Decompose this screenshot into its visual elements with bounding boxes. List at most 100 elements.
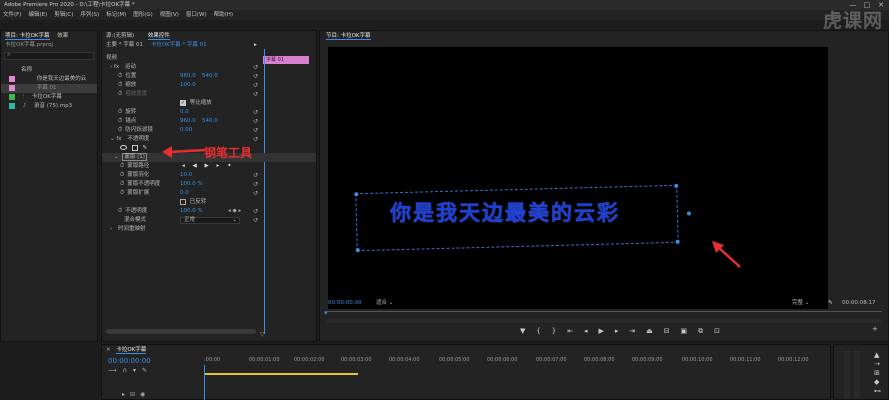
track-select-tool-icon[interactable]: ⇢ bbox=[874, 360, 881, 369]
add-marker-icon[interactable]: ▼ bbox=[520, 327, 525, 337]
mask-vertex[interactable] bbox=[674, 183, 679, 188]
mask-expansion-value[interactable]: 0.0 bbox=[180, 189, 189, 198]
sync-lock-icon[interactable]: ⊟ bbox=[130, 391, 140, 398]
go-to-out-icon[interactable]: ⇥ bbox=[629, 327, 635, 337]
menu-marker[interactable]: 标记(M) bbox=[106, 12, 126, 18]
program-video-frame[interactable]: 你是我天边最美的云彩 bbox=[328, 47, 828, 309]
menu-graphics[interactable]: 图形(G) bbox=[133, 12, 153, 18]
reset-icon[interactable]: ↺ bbox=[253, 108, 258, 117]
menu-help[interactable]: 帮助(H) bbox=[214, 12, 233, 18]
linked-icon[interactable]: ∩ bbox=[123, 367, 133, 374]
menu-sequence[interactable]: 序列(S) bbox=[80, 12, 99, 18]
fit-select[interactable]: 适合 ⌄ bbox=[376, 299, 408, 308]
stopwatch-icon[interactable]: ⏱ bbox=[118, 73, 122, 79]
stopwatch-icon[interactable]: ⏱ bbox=[120, 172, 124, 178]
marker-icon[interactable]: ▾ bbox=[133, 367, 142, 374]
reset-icon[interactable]: ↺ bbox=[253, 72, 258, 81]
program-timecode[interactable]: 00:00:00:00 bbox=[328, 299, 362, 308]
program-playhead[interactable]: ▾ bbox=[324, 309, 328, 317]
mask-vertex[interactable] bbox=[355, 248, 360, 253]
snap-icon[interactable]: ⟶ bbox=[108, 367, 123, 374]
selection-tool-icon[interactable]: ▲ bbox=[874, 351, 881, 360]
tab-source[interactable]: 源:(无剪辑) bbox=[106, 33, 134, 39]
tab-effects[interactable]: 效果 bbox=[57, 33, 68, 39]
anchor-y-value[interactable]: 540.0 bbox=[202, 117, 218, 126]
stopwatch-icon[interactable]: ⏱ bbox=[118, 118, 122, 124]
reset-icon[interactable]: ↺ bbox=[253, 207, 258, 216]
project-item-selected[interactable]: 字幕 01 bbox=[1, 84, 97, 93]
anchor-x-value[interactable]: 960.0 bbox=[180, 117, 196, 126]
reset-icon[interactable]: ↺ bbox=[253, 135, 258, 144]
close-tab-icon[interactable]: ✕ bbox=[106, 347, 111, 353]
reset-icon[interactable]: ↺ bbox=[253, 63, 258, 72]
tab-program[interactable]: 节目: 卡拉OK字幕 bbox=[326, 33, 371, 40]
play-icon[interactable]: ▶ bbox=[598, 327, 603, 337]
rotation-value[interactable]: 0.0 bbox=[180, 108, 189, 117]
work-area-bar[interactable] bbox=[204, 373, 358, 375]
tab-effect-controls[interactable]: 效果控件 bbox=[147, 33, 170, 40]
menu-view[interactable]: 视图(V) bbox=[160, 12, 179, 18]
pen-tool-icon[interactable]: ✎ bbox=[143, 145, 148, 151]
razor-tool-icon[interactable]: ◆ bbox=[874, 378, 881, 387]
mask-track-controls[interactable]: ◂ ◀ ▶ ▸ ✦ bbox=[182, 162, 235, 171]
stopwatch-icon[interactable]: ⏱ bbox=[118, 82, 122, 88]
reset-icon[interactable]: ↺ bbox=[253, 216, 258, 225]
lift-icon[interactable]: ⏏ bbox=[646, 327, 653, 337]
track-toggle-icon[interactable]: ▸ bbox=[122, 391, 130, 398]
menu-clip[interactable]: 剪辑(C) bbox=[54, 12, 73, 18]
menu-edit[interactable]: 编辑(E) bbox=[28, 12, 47, 18]
column-name-header[interactable]: 名称 bbox=[1, 66, 97, 75]
motion-row[interactable]: › fx 运动 ↺ bbox=[102, 63, 316, 72]
inverted-checkbox[interactable] bbox=[180, 198, 186, 205]
opacity-value[interactable]: 100.0 % bbox=[180, 207, 203, 216]
step-back-icon[interactable]: ◂ bbox=[584, 327, 588, 337]
reset-icon[interactable]: ↺ bbox=[253, 171, 258, 180]
quality-select[interactable]: 完整 ⌄ bbox=[792, 299, 809, 308]
timeline-ruler[interactable]: :00:00 00:00:01:00 00:00:02:00 00:00:03:… bbox=[204, 357, 824, 367]
project-item[interactable]: ⫶ 卡拉OK字幕 bbox=[1, 93, 97, 102]
reset-icon[interactable]: ↺ bbox=[253, 180, 258, 189]
output-icon[interactable]: ◉ bbox=[140, 391, 150, 398]
project-item[interactable]: 你是我天边最美的云 bbox=[1, 75, 97, 84]
reset-icon[interactable]: ↺ bbox=[253, 81, 258, 90]
play-only-icon[interactable]: ▸ bbox=[254, 41, 257, 50]
menu-file[interactable]: 文件(F) bbox=[3, 12, 21, 18]
mark-in-icon[interactable]: { bbox=[536, 327, 540, 337]
uniform-scale-checkbox[interactable]: ✓ bbox=[180, 99, 186, 106]
comparison-view-icon[interactable]: ⧉ bbox=[698, 327, 703, 337]
tab-timeline[interactable]: 卡拉OK字幕 bbox=[116, 347, 147, 354]
mask-feather-value[interactable]: 10.0 bbox=[180, 171, 192, 180]
program-scrubber[interactable] bbox=[326, 311, 882, 312]
wrench-icon[interactable]: ✎ bbox=[828, 299, 833, 308]
keyframe-nav-icon[interactable]: ◂ ◆ ▸ bbox=[228, 207, 241, 216]
settings-icon[interactable]: ✎ bbox=[142, 367, 153, 374]
rectangle-mask-icon[interactable] bbox=[131, 144, 138, 151]
mask-opacity-value[interactable]: 100.0 % bbox=[180, 180, 203, 189]
timeline-playhead[interactable] bbox=[204, 365, 205, 400]
mask-vertex[interactable] bbox=[354, 192, 359, 197]
timeline-timecode[interactable]: 00:00:00:00 bbox=[108, 357, 151, 365]
mark-out-icon[interactable]: } bbox=[552, 327, 556, 337]
reset-icon[interactable]: ↺ bbox=[253, 189, 258, 198]
time-remap-row[interactable]: › 时间重映射 bbox=[102, 225, 316, 234]
flicker-value[interactable]: 0.00 bbox=[180, 126, 192, 135]
slip-tool-icon[interactable]: ⊷ bbox=[874, 387, 881, 396]
position-y-value[interactable]: 540.0 bbox=[202, 72, 218, 81]
project-search-input[interactable]: ⌕ bbox=[4, 51, 94, 60]
stopwatch-icon[interactable]: ⏱ bbox=[118, 208, 122, 214]
expand-icon[interactable]: ⌄ bbox=[114, 154, 119, 160]
add-button-icon[interactable]: + bbox=[872, 325, 878, 333]
blend-mode-select[interactable]: 正常 ⌄ bbox=[180, 217, 240, 224]
ripple-tool-icon[interactable]: ⊞ bbox=[874, 369, 881, 378]
project-item[interactable]: ♪ 录音 (75).mp3 bbox=[1, 102, 97, 111]
scale-value[interactable]: 100.0 bbox=[180, 81, 196, 90]
stopwatch-icon[interactable]: ⏱ bbox=[118, 127, 122, 133]
mask-vertex[interactable] bbox=[675, 239, 680, 244]
mask-feather-handle[interactable] bbox=[686, 211, 691, 216]
program-zoom-scrollbar[interactable] bbox=[326, 319, 882, 323]
step-forward-icon[interactable]: ▸ bbox=[615, 327, 619, 337]
extract-icon[interactable]: ⊟ bbox=[664, 327, 670, 337]
stopwatch-icon[interactable]: ⏱ bbox=[118, 109, 122, 115]
stopwatch-icon[interactable]: ⏱ bbox=[120, 181, 124, 187]
menu-window[interactable]: 窗口(W) bbox=[186, 12, 207, 18]
